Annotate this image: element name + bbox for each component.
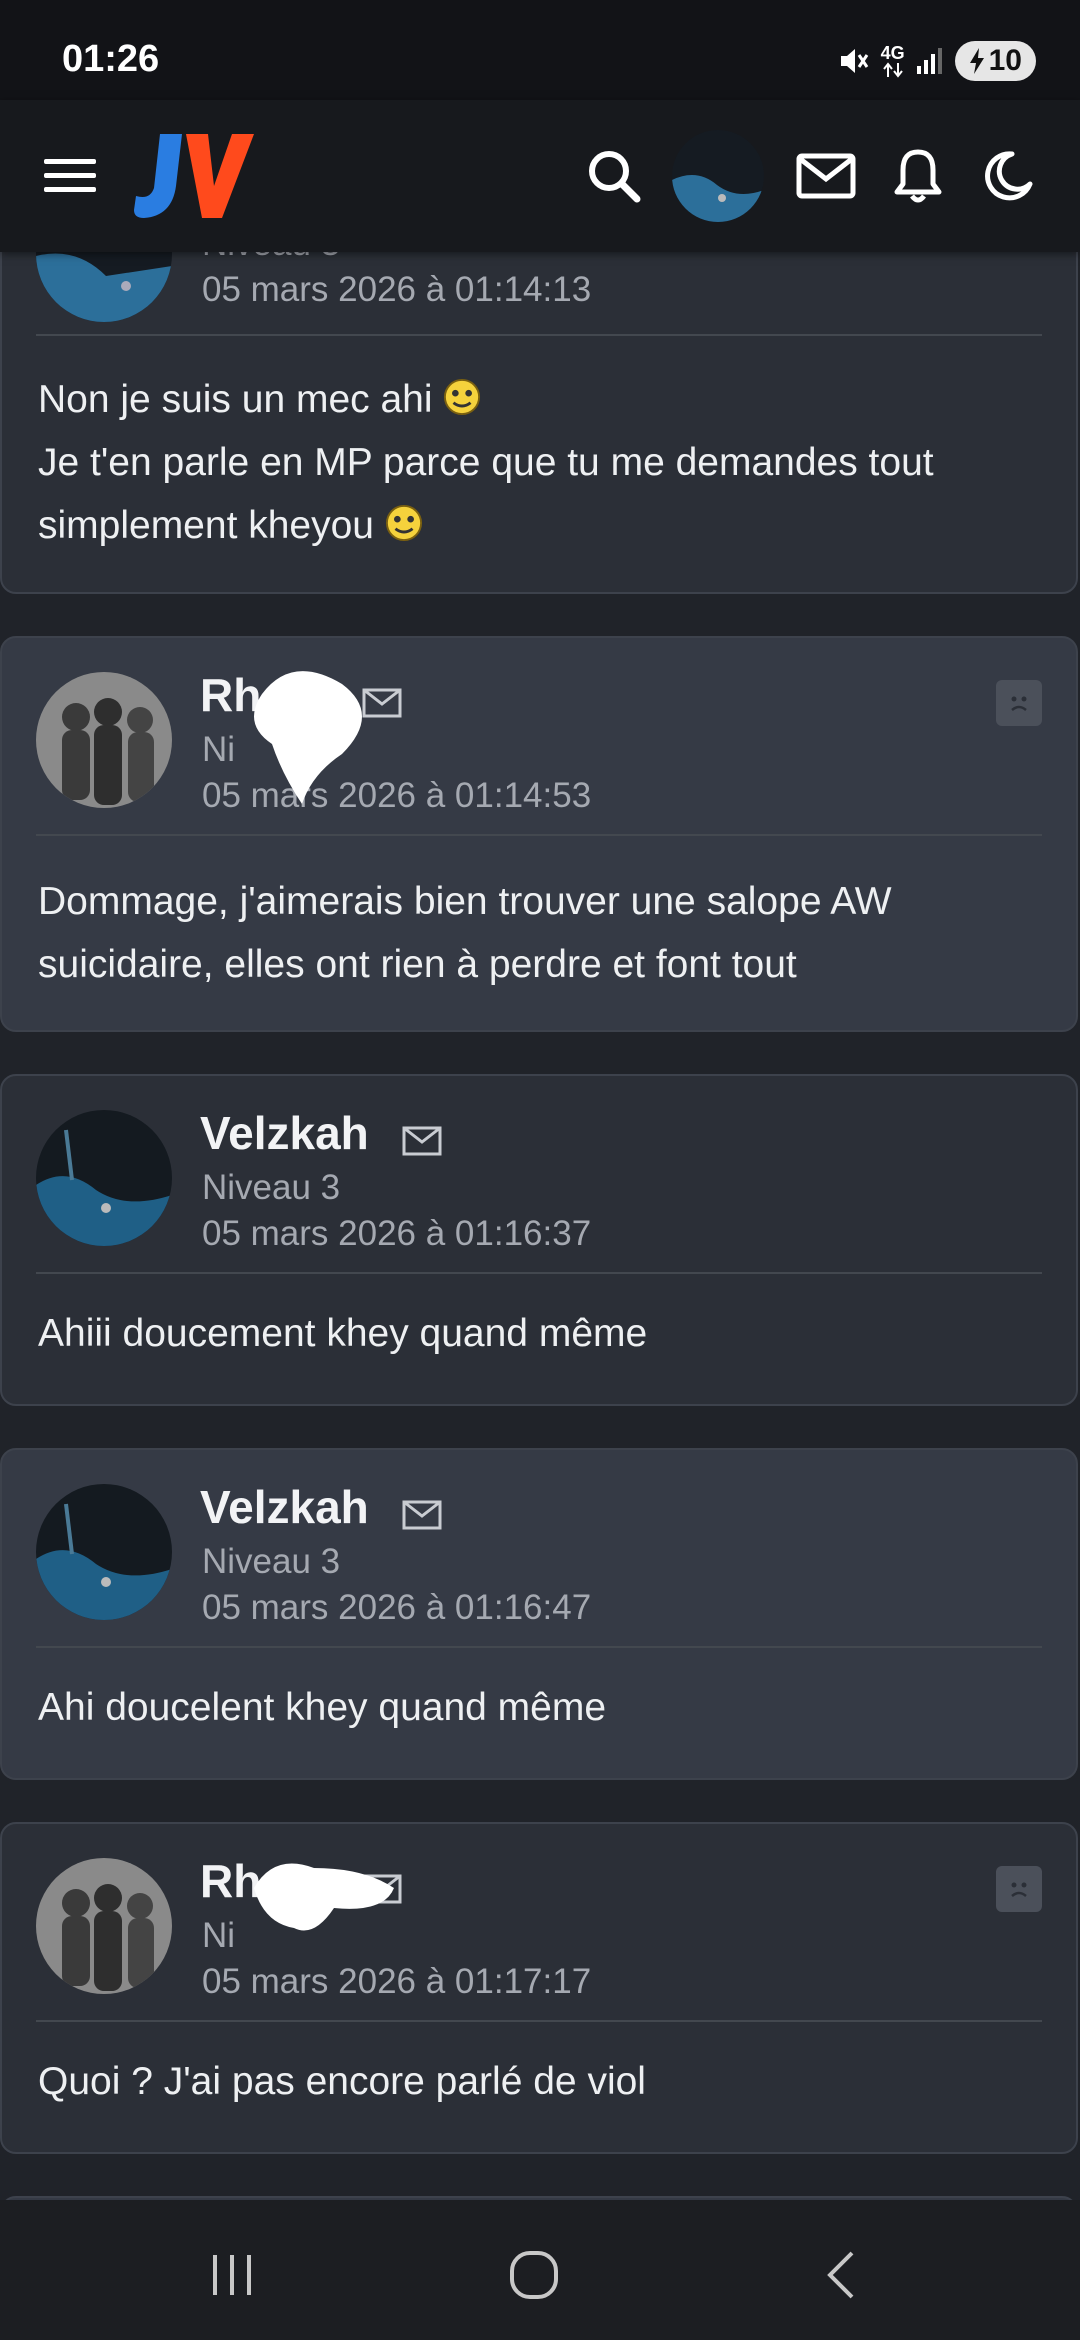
post-text-line: Dommage, j'aimerais bien trouver une sal… [38,880,892,923]
forum-post: Rh Ni 05 mars 2026 à 01:14:53 Dommage, j… [0,636,1078,1032]
app-header [0,100,1080,252]
theme-toggle-button[interactable] [970,138,1046,214]
post-level: Niveau 3 [202,1542,341,1581]
smiley-icon [385,504,422,542]
notifications-button[interactable] [880,138,956,214]
signal-icon [916,48,942,74]
post-text-line: suicidaire, elles ont rien à perdre et f… [38,943,797,986]
post-text-line: Ahi doucelent khey quand même [38,1686,607,1729]
status-icons: 4G 10 [835,38,1036,84]
moon-icon [985,151,1033,201]
post-body: Ahi doucelent khey quand même [38,1676,1040,1739]
redaction-scribble [254,671,362,804]
redaction-scribble [254,1863,394,1931]
status-bar: 01:26 4G 10 [0,0,1080,100]
search-button[interactable] [576,138,652,214]
report-icon[interactable] [996,680,1042,726]
post-separator [36,1272,1042,1274]
report-icon[interactable] [996,1866,1042,1912]
post-separator [36,334,1042,336]
post-date: 05 mars 2026 à 01:16:37 [202,1214,592,1253]
battery-level: 10 [988,44,1022,77]
post-text-line: Quoi ? J'ai pas encore parlé de viol [38,2060,646,2103]
search-icon [589,151,641,203]
post-body: Non je suis un mec ahi Je t'en parle en … [38,368,1040,557]
mute-icon [840,49,868,73]
mail-icon[interactable] [402,1126,442,1156]
back-button[interactable] [800,2240,880,2310]
home-button[interactable] [494,2240,574,2310]
data-arrows-icon [882,62,903,78]
post-level: Ni [202,730,236,769]
avatar[interactable] [36,1858,172,1994]
recents-button[interactable] [192,2240,272,2310]
recents-icon [213,2255,251,2295]
network-indicator: 4G [881,44,905,78]
post-separator [36,2020,1042,2022]
forum-post: Rh Ni 05 mars 2026 à 01:17:17 Quoi ? J'a… [0,1822,1078,2154]
jv-logo[interactable] [134,130,254,222]
charging-bolt-icon [969,48,984,74]
post-author[interactable]: Velzkah [200,1480,369,1534]
smiley-icon [444,378,481,416]
battery-indicator: 10 [954,41,1036,81]
home-icon [510,2251,558,2299]
post-body: Quoi ? J'ai pas encore parlé de viol [38,2050,1040,2113]
post-body: Ahiii doucement khey quand même [38,1302,1040,1365]
menu-icon [44,159,96,192]
messages-button[interactable] [788,138,864,214]
post-author[interactable]: Velzkah [200,1106,369,1160]
post-separator [36,834,1042,836]
forum-post: Velzkah Niveau 3 05 mars 2026 à 01:16:37… [0,1074,1078,1406]
bell-icon [894,149,942,203]
post-date: 05 mars 2026 à 01:16:47 [202,1588,592,1627]
menu-button[interactable] [32,138,108,214]
back-icon [827,2251,854,2299]
post-text-line: Ahiii doucement khey quand même [38,1312,648,1355]
post-text-line: simplement kheyou [38,504,374,547]
avatar[interactable] [36,1484,172,1620]
user-avatar[interactable] [672,130,764,222]
forum-post: Velzkah Niveau 3 05 mars 2026 à 01:16:47… [0,1448,1078,1780]
avatar[interactable] [36,1110,172,1246]
avatar[interactable] [36,672,172,808]
message-feed[interactable]: Niveau 3 05 mars 2026 à 01:14:13 Non je … [0,0,1080,2340]
mail-icon [796,153,856,199]
post-level: Niveau 3 [202,1168,341,1207]
post-date: 05 mars 2026 à 01:14:13 [202,270,592,309]
network-type: 4G [880,43,905,63]
post-body: Dommage, j'aimerais bien trouver une sal… [38,870,1040,996]
post-separator [36,1646,1042,1648]
post-level: Ni [202,1916,236,1955]
post-text-line: Non je suis un mec ahi [38,378,433,421]
status-time: 01:26 [62,38,160,80]
mail-icon[interactable] [402,1500,442,1530]
post-text-line: Je t'en parle en MP parce que tu me dema… [38,441,934,484]
system-nav-bar [0,2200,1080,2340]
post-date: 05 mars 2026 à 01:17:17 [202,1962,592,2001]
